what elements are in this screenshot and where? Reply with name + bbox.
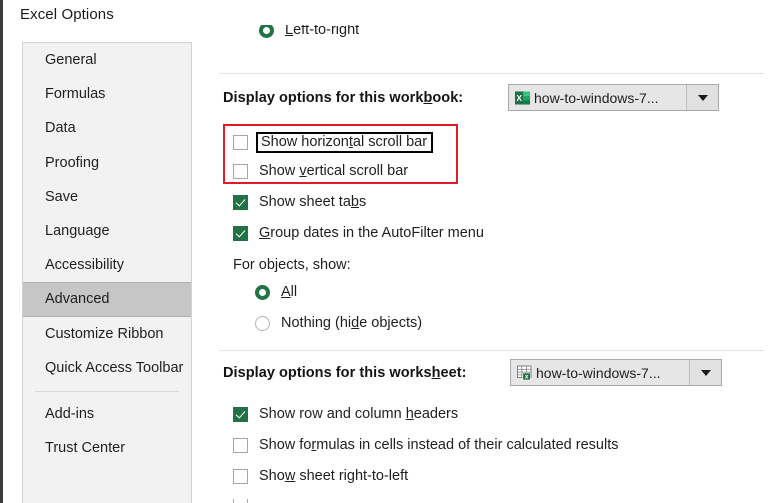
excel-workbook-icon: X xyxy=(514,89,532,107)
option-left-to-right-label: Left-to-right xyxy=(285,25,359,38)
option-show-formulas-in-cells-label: Show formulas in cells instead of their … xyxy=(259,437,618,453)
option-show-sheet-tabs-label: Show sheet tabs xyxy=(259,194,366,210)
workbook-section-heading: Display options for this workbook: xyxy=(223,90,463,106)
sidebar-item-language[interactable]: Language xyxy=(23,214,191,248)
sidebar-item-proofing[interactable]: Proofing xyxy=(23,146,191,180)
checkbox-group-dates-autofilter[interactable] xyxy=(233,226,248,241)
radio-objects-nothing[interactable] xyxy=(255,316,270,331)
option-show-horizontal-scroll-bar-label: Show horizontal scroll bar xyxy=(256,132,433,153)
checkbox-show-row-column-headers[interactable] xyxy=(233,407,248,422)
workbook-selector-value: how-to-windows-7... xyxy=(534,90,686,106)
checkbox-show-sheet-right-to-left[interactable] xyxy=(233,469,248,484)
option-show-formulas-in-cells[interactable]: Show formulas in cells instead of their … xyxy=(233,437,618,453)
option-show-row-column-headers[interactable]: Show row and column headers xyxy=(233,406,458,422)
checkbox-clipped-bottom[interactable] xyxy=(233,499,248,503)
checkbox-show-vertical-scroll-bar[interactable] xyxy=(233,164,248,179)
options-category-sidebar[interactable]: General Formulas Data Proofing Save Lang… xyxy=(22,42,192,503)
section-divider-top xyxy=(219,73,764,74)
advanced-options-pane: Left-to-right Display options for this w… xyxy=(209,25,769,503)
option-objects-nothing[interactable]: Nothing (hide objects) xyxy=(255,315,422,331)
worksheet-selector-dropdown[interactable]: x how-to-windows-7... xyxy=(510,359,722,386)
sidebar-item-quick-access-toolbar[interactable]: Quick Access Toolbar xyxy=(23,351,191,385)
checkbox-show-formulas-in-cells[interactable] xyxy=(233,438,248,453)
option-objects-all-label: All xyxy=(281,284,297,300)
sidebar-item-trust-center[interactable]: Trust Center xyxy=(23,431,191,465)
sidebar-item-add-ins[interactable]: Add-ins xyxy=(23,397,191,431)
option-clipped-bottom[interactable] xyxy=(233,499,259,503)
workbook-selector-dropdown[interactable]: X how-to-windows-7... xyxy=(508,84,719,111)
sidebar-item-customize-ribbon[interactable]: Customize Ribbon xyxy=(23,317,191,351)
checkbox-show-sheet-tabs[interactable] xyxy=(233,195,248,210)
radio-left-to-right[interactable] xyxy=(259,25,274,38)
excel-worksheet-grid-icon: x xyxy=(516,364,534,382)
option-group-dates-autofilter[interactable]: Group dates in the AutoFilter menu xyxy=(233,225,484,241)
worksheet-dropdown-arrow-button[interactable] xyxy=(689,360,721,385)
option-show-vertical-scroll-bar[interactable]: Show vertical scroll bar xyxy=(233,163,408,179)
sidebar-item-data[interactable]: Data xyxy=(23,111,191,145)
excel-options-dialog: Excel Options General Formulas Data Proo… xyxy=(0,0,777,503)
radio-objects-all[interactable] xyxy=(255,285,270,300)
sidebar-item-general[interactable]: General xyxy=(23,43,191,77)
chevron-down-icon xyxy=(701,370,711,376)
chevron-down-icon xyxy=(698,95,708,101)
sidebar-item-save[interactable]: Save xyxy=(23,180,191,214)
worksheet-section-heading: Display options for this worksheet: xyxy=(223,365,466,381)
option-show-horizontal-scroll-bar[interactable]: Show horizontal scroll bar xyxy=(233,132,433,153)
worksheet-selector-value: how-to-windows-7... xyxy=(536,365,689,381)
section-divider-worksheet xyxy=(219,350,764,351)
option-objects-nothing-label: Nothing (hide objects) xyxy=(281,315,422,331)
sidebar-item-formulas[interactable]: Formulas xyxy=(23,77,191,111)
sidebar-item-advanced[interactable]: Advanced xyxy=(23,282,191,316)
option-show-row-column-headers-label: Show row and column headers xyxy=(259,406,458,422)
option-show-vertical-scroll-bar-label: Show vertical scroll bar xyxy=(259,163,408,179)
option-objects-all[interactable]: All xyxy=(255,284,297,300)
sidebar-item-accessibility[interactable]: Accessibility xyxy=(23,248,191,282)
svg-text:x: x xyxy=(525,373,529,380)
option-show-sheet-tabs[interactable]: Show sheet tabs xyxy=(233,194,366,210)
option-show-sheet-right-to-left[interactable]: Show sheet right-to-left xyxy=(233,468,408,484)
option-left-to-right[interactable]: Left-to-right xyxy=(259,25,359,41)
checkbox-show-horizontal-scroll-bar[interactable] xyxy=(233,135,248,150)
workbook-dropdown-arrow-button[interactable] xyxy=(686,85,718,110)
option-show-sheet-right-to-left-label: Show sheet right-to-left xyxy=(259,468,408,484)
dialog-title: Excel Options xyxy=(20,6,114,23)
svg-text:X: X xyxy=(516,93,522,103)
for-objects-show-group-label: For objects, show: xyxy=(233,257,351,273)
option-group-dates-autofilter-label: Group dates in the AutoFilter menu xyxy=(259,225,484,241)
sidebar-divider xyxy=(35,391,179,392)
